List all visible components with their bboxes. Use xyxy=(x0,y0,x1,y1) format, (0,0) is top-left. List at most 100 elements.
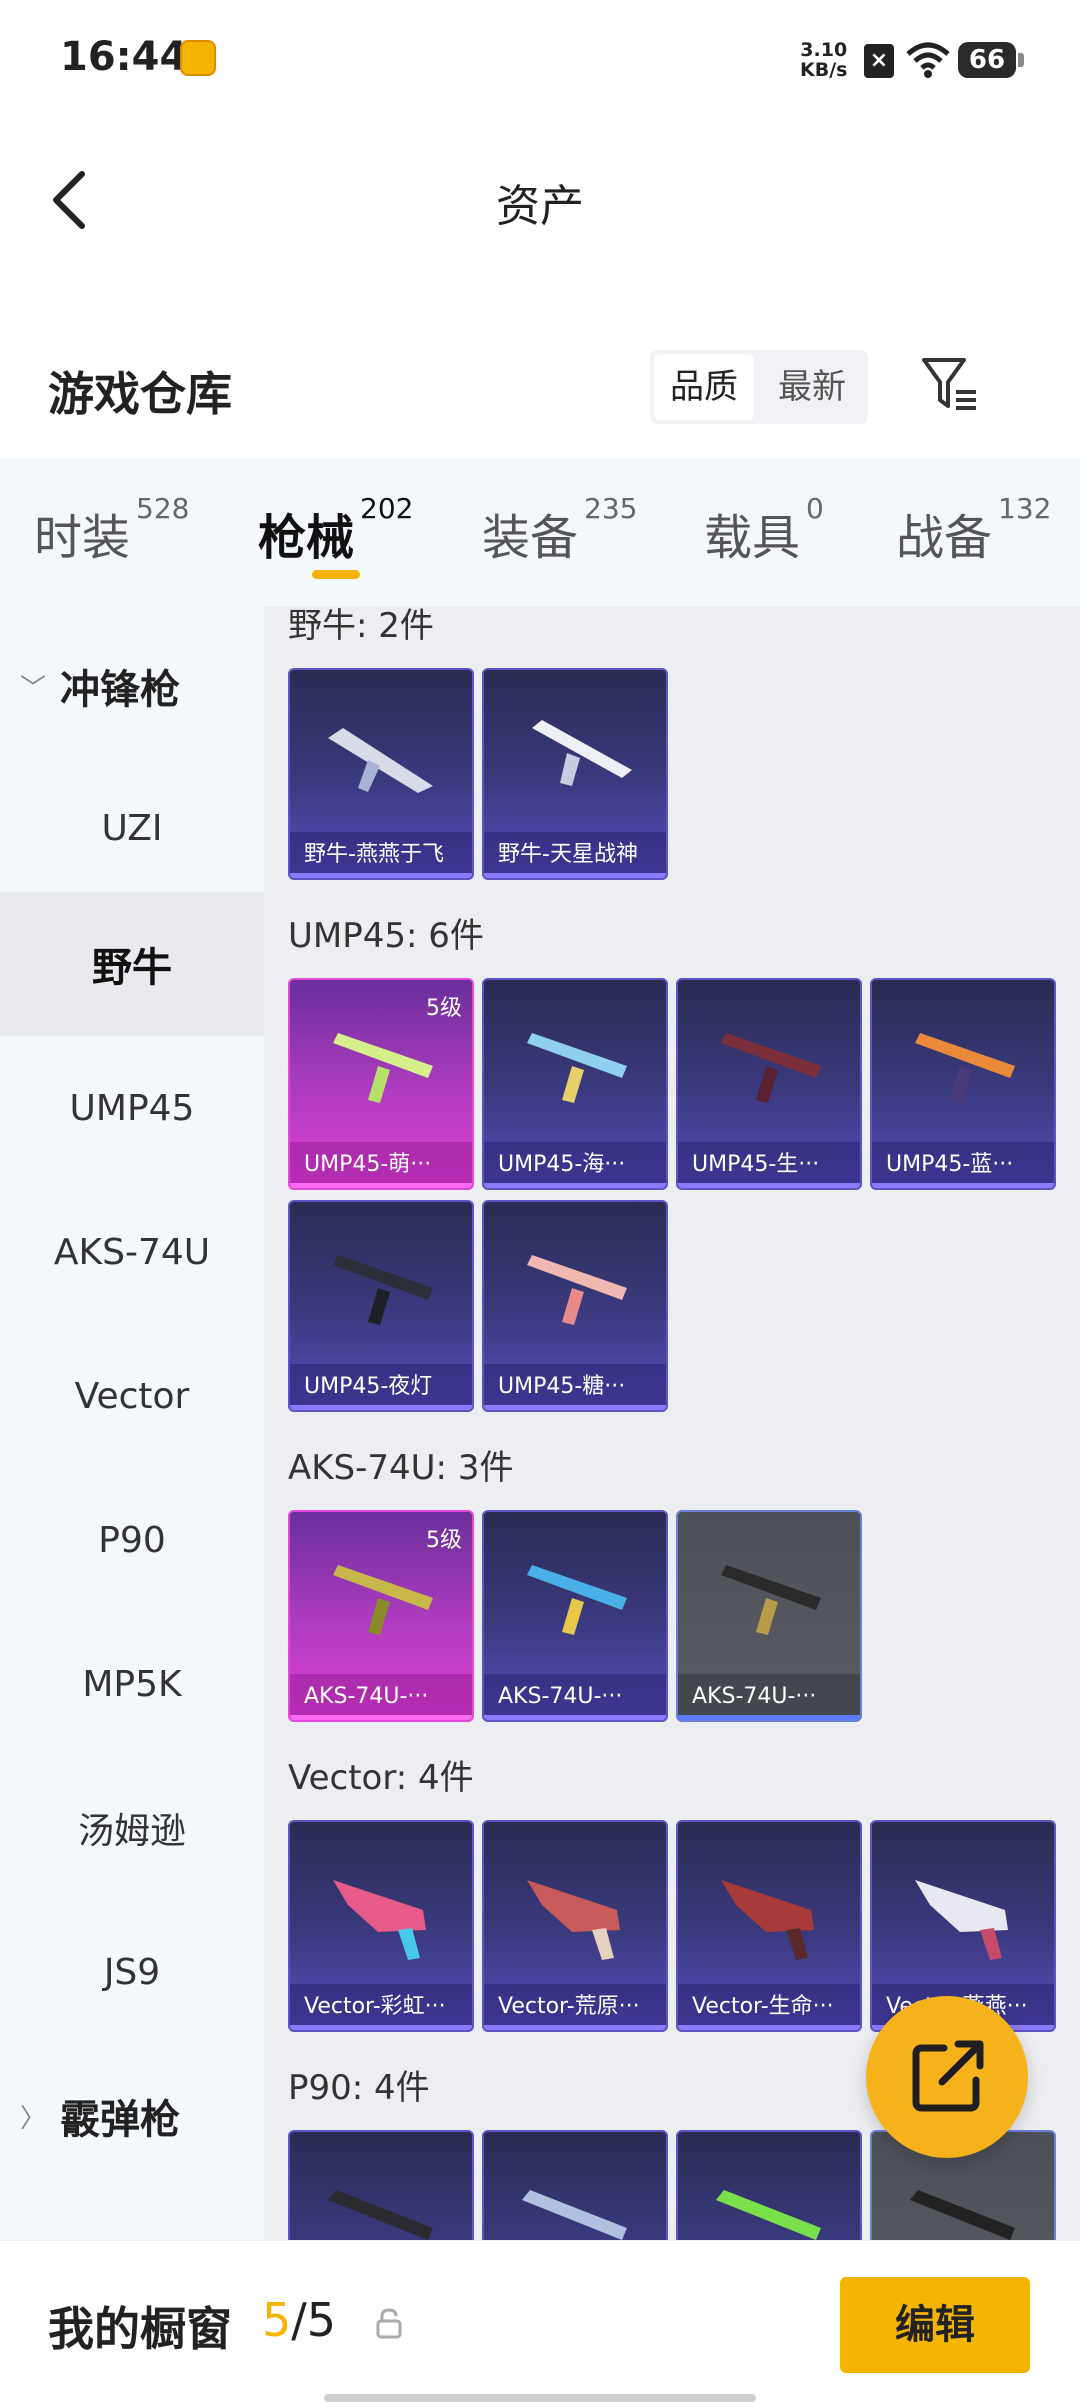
sidebar-item-bizon[interactable]: 野牛 xyxy=(0,892,264,1036)
tab-label: 载具 xyxy=(704,510,801,566)
battery-icon: 66 xyxy=(958,42,1024,78)
sort-quality-button[interactable]: 品质 xyxy=(654,354,754,420)
gun-icon xyxy=(721,1033,821,1103)
item-card[interactable]: 野牛-燕燕于飞 xyxy=(288,668,474,880)
share-icon xyxy=(912,2040,984,2112)
item-card[interactable] xyxy=(288,2130,474,2240)
gun-icon xyxy=(527,1255,627,1325)
sidebar-item-uzi[interactable]: UZI xyxy=(0,756,264,900)
sidebar-item-thompson[interactable]: 汤姆逊 xyxy=(0,1756,264,1900)
gun-icon xyxy=(328,2190,433,2240)
rarity-bar xyxy=(484,873,666,878)
sidebar-item-js9[interactable]: JS9 xyxy=(0,1900,264,2044)
gun-icon xyxy=(527,1033,627,1103)
item-card[interactable]: 5级 AKS-74U-··· xyxy=(288,1510,474,1722)
item-card[interactable]: AKS-74U-··· xyxy=(676,1510,862,1722)
gun-icon xyxy=(333,1255,433,1325)
gun-icon xyxy=(333,1033,433,1103)
item-card[interactable]: UMP45-蓝··· xyxy=(870,978,1056,1190)
rarity-bar xyxy=(290,1183,472,1188)
gun-icon xyxy=(333,1565,433,1635)
item-card[interactable]: UMP45-生··· xyxy=(676,978,862,1190)
item-name: Vector-生命··· xyxy=(678,1984,860,2030)
share-button[interactable] xyxy=(866,1996,1028,2158)
item-name: AKS-74U-··· xyxy=(678,1674,860,1720)
sort-toggle: 品质 最新 xyxy=(650,350,868,424)
showcase-current: 5 xyxy=(262,2293,292,2347)
tab-vehicles[interactable]: 载具0 xyxy=(704,492,824,568)
item-card[interactable]: 野牛-天星战神 xyxy=(482,668,668,880)
net-speed-value: 3.10 xyxy=(800,39,848,61)
bottom-bar: 我的橱窗 5/5 编辑 xyxy=(0,2240,1080,2408)
rarity-bar xyxy=(484,1405,666,1410)
gun-icon xyxy=(716,2190,821,2240)
item-name: UMP45-海··· xyxy=(484,1142,666,1188)
tab-fashion[interactable]: 时装528 xyxy=(34,492,189,568)
tab-equipment[interactable]: 装备235 xyxy=(482,492,637,568)
x-notification-icon: × xyxy=(864,44,894,78)
tab-label: 战备 xyxy=(896,510,993,566)
status-time: 16:44 xyxy=(60,34,188,80)
sort-newest-button[interactable]: 最新 xyxy=(760,354,864,420)
warehouse-title: 游戏仓库 xyxy=(48,367,232,421)
item-name: UMP45-蓝··· xyxy=(872,1142,1054,1188)
showcase-total: 5 xyxy=(306,2293,337,2347)
filter-icon[interactable] xyxy=(920,354,980,414)
sidebar-item-mp5k[interactable]: MP5K xyxy=(0,1612,264,1756)
status-bar: 16:44 3.10 KB/s × 66 xyxy=(0,0,1080,120)
item-card[interactable]: UMP45-海··· xyxy=(482,978,668,1190)
section-title: P90: 4件 xyxy=(288,2068,430,2108)
item-card[interactable]: Vector-荒原··· xyxy=(482,1820,668,2032)
tab-count: 528 xyxy=(136,492,190,525)
sidebar-item-vector[interactable]: Vector xyxy=(0,1324,264,1468)
item-card[interactable]: Vector-生命··· xyxy=(676,1820,862,2032)
item-card[interactable]: UMP45-糖··· xyxy=(482,1200,668,1412)
item-name: UMP45-糖··· xyxy=(484,1364,666,1410)
sidebar-item-aks74u[interactable]: AKS-74U xyxy=(0,1180,264,1324)
item-name: UMP45-夜灯 xyxy=(290,1364,472,1410)
header: 资产 xyxy=(0,120,1080,280)
item-name: 野牛-燕燕于飞 xyxy=(290,832,472,878)
tab-label: 装备 xyxy=(482,510,579,566)
item-card[interactable]: UMP45-夜灯 xyxy=(288,1200,474,1412)
item-name: 野牛-天星战神 xyxy=(484,832,666,878)
section-title: AKS-74U: 3件 xyxy=(288,1448,514,1488)
app-notification-icon xyxy=(180,40,216,76)
page-title: 资产 xyxy=(496,181,584,232)
sidebar-category-shotgun[interactable]: 〉 霰弹枪 xyxy=(0,2044,264,2188)
tab-count: 132 xyxy=(998,492,1052,525)
sidebar-item-p90[interactable]: P90 xyxy=(0,1468,264,1612)
item-card[interactable] xyxy=(482,2130,668,2240)
home-indicator xyxy=(324,2394,756,2402)
item-card[interactable]: Vector-彩虹··· xyxy=(288,1820,474,2032)
chevron-right-icon: 〉 xyxy=(20,2103,47,2134)
rarity-bar xyxy=(484,1715,666,1720)
rarity-bar xyxy=(290,873,472,878)
showcase-label: 我的橱窗 xyxy=(48,2302,232,2356)
net-speed: 3.10 KB/s xyxy=(800,40,847,80)
item-name: AKS-74U-··· xyxy=(484,1674,666,1720)
tab-guns[interactable]: 枪械202 xyxy=(258,492,413,568)
item-card[interactable]: 5级 UMP45-萌··· xyxy=(288,978,474,1190)
tab-label: 枪械 xyxy=(258,510,355,566)
sidebar-category-smg[interactable]: ﹀ 冲锋枪 xyxy=(0,614,264,758)
rarity-bar xyxy=(484,2025,666,2030)
sidebar-item-ump45[interactable]: UMP45 xyxy=(0,1036,264,1180)
category-tabs: 时装528 枪械202 装备235 载具0 战备132 xyxy=(0,458,1080,606)
wifi-icon xyxy=(906,42,950,78)
tab-indicator xyxy=(312,570,360,579)
item-card[interactable] xyxy=(676,2130,862,2240)
item-name: Vector-彩虹··· xyxy=(290,1984,472,2030)
sidebar-category-label: 霰弹枪 xyxy=(60,2097,181,2143)
tab-label: 时装 xyxy=(34,510,131,566)
gun-icon xyxy=(333,1880,426,1960)
item-name: Vector-荒原··· xyxy=(484,1984,666,2030)
gun-icon xyxy=(721,1565,821,1635)
showcase-separator: / xyxy=(291,2293,307,2347)
item-card[interactable]: AKS-74U-··· xyxy=(482,1510,668,1722)
tab-supplies[interactable]: 战备132 xyxy=(896,492,1051,568)
tab-count: 235 xyxy=(584,492,638,525)
rarity-bar xyxy=(290,1405,472,1410)
edit-button[interactable]: 编辑 xyxy=(840,2277,1030,2373)
rarity-bar xyxy=(678,2025,860,2030)
